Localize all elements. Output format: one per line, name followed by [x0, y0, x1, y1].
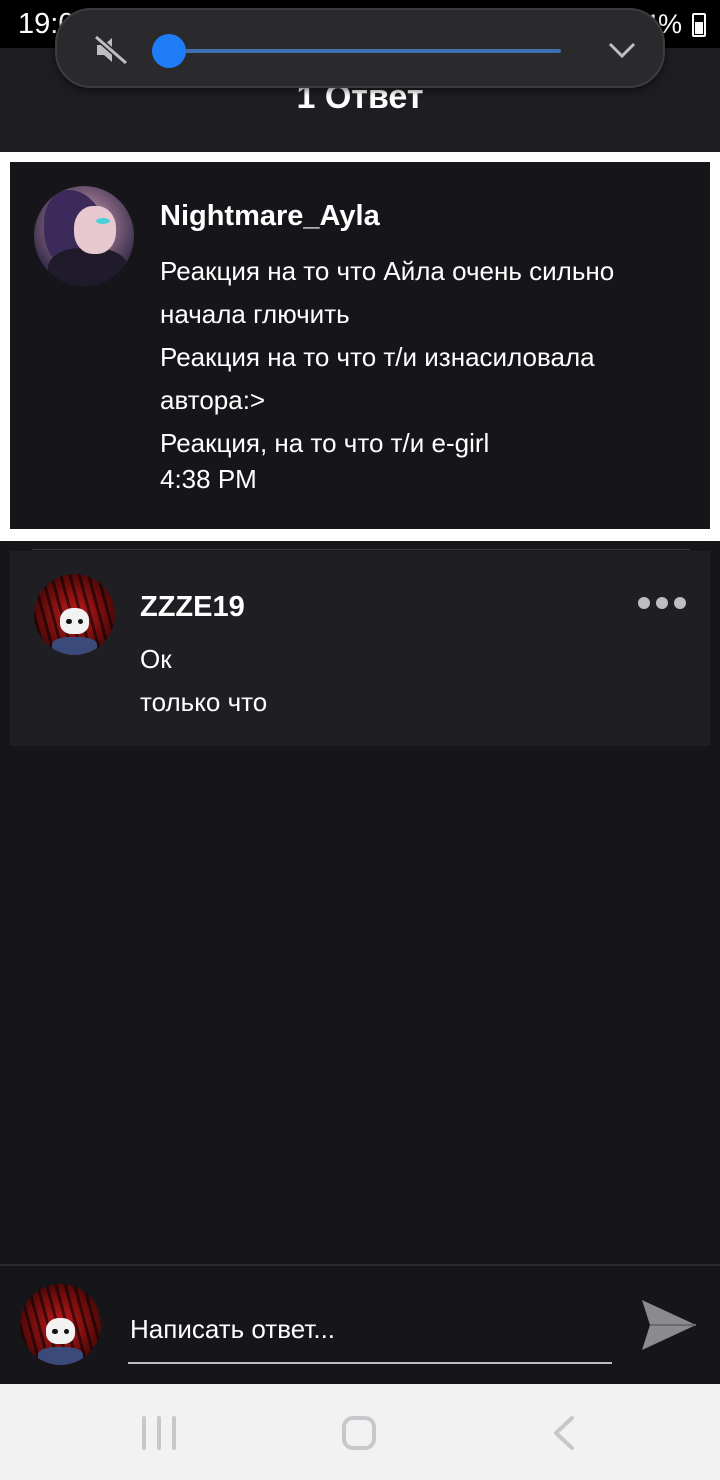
original-post-frame: Nightmare_Ayla Реакция на то что Айла оч… — [0, 152, 720, 541]
post-line: Реакция на то что т/и изнасиловала — [160, 342, 595, 372]
reply-timestamp: только что — [140, 687, 268, 717]
reply-author[interactable]: ZZZE19 — [140, 591, 245, 624]
volume-slider-thumb[interactable] — [152, 34, 186, 68]
system-nav-bar — [0, 1384, 720, 1480]
reply-item: ZZZE19 Ок только что — [10, 551, 710, 746]
divider — [32, 549, 690, 550]
speaker-muted-icon[interactable] — [93, 34, 129, 66]
original-post: Nightmare_Ayla Реакция на то что Айла оч… — [10, 162, 710, 529]
avatar[interactable] — [34, 574, 115, 655]
volume-slider-track[interactable] — [175, 49, 561, 53]
reply-composer — [0, 1264, 720, 1384]
post-line: Реакция на то что Айла очень сильно — [160, 256, 615, 286]
post-timestamp: 4:38 PM — [160, 464, 257, 494]
more-horizontal-icon[interactable] — [638, 597, 686, 609]
post-line: автора:> — [160, 385, 266, 415]
volume-panel — [55, 8, 665, 88]
chevron-down-icon[interactable] — [607, 36, 637, 62]
post-line: Реакция, на то что т/и e-girl — [160, 428, 490, 458]
avatar — [20, 1284, 101, 1365]
recents-icon[interactable] — [142, 1416, 176, 1450]
battery-icon — [692, 12, 706, 37]
back-icon[interactable] — [548, 1414, 578, 1452]
post-text: Реакция на то что Айла очень сильно нача… — [160, 250, 680, 465]
reply-input[interactable] — [128, 1296, 612, 1364]
home-icon[interactable] — [342, 1416, 376, 1450]
reply-text: Ок — [140, 644, 172, 674]
post-author[interactable]: Nightmare_Ayla — [160, 200, 380, 233]
post-line: начала глючить — [160, 299, 350, 329]
send-icon[interactable] — [638, 1296, 700, 1354]
avatar[interactable] — [34, 186, 134, 286]
